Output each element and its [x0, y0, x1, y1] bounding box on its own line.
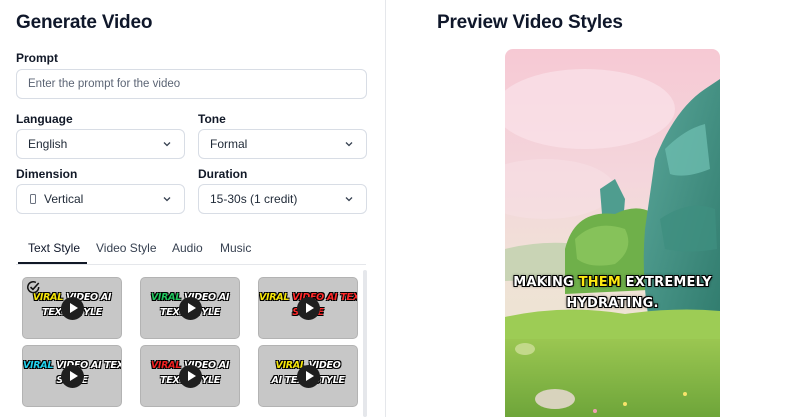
language-label: Language	[16, 112, 73, 126]
caption-line-2: HYDRATING.	[566, 296, 659, 311]
style-tabs: Text Style Video Style Audio Music	[16, 235, 366, 265]
tab-text-style[interactable]: Text Style	[28, 241, 80, 255]
prompt-placeholder: Enter the prompt for the video	[28, 78, 181, 90]
style-sample-word: VIRAL	[259, 292, 290, 303]
preview-video[interactable]: MAKING THEM EXTREMELY HYDRATING.	[505, 49, 720, 417]
dimension-select[interactable]: Vertical	[16, 184, 185, 214]
chevron-down-icon	[345, 142, 353, 147]
tab-audio[interactable]: Audio	[172, 241, 203, 255]
text-style-card[interactable]: VIRAL VIDEOAI TEXT STYLE	[258, 345, 358, 407]
text-style-card[interactable]: VIRAL VIDEO AI TEXTSTYLE	[22, 345, 122, 407]
text-style-card[interactable]: VIRAL VIDEO AI TEXTSTYLE	[258, 277, 358, 339]
selected-check-icon	[27, 281, 40, 294]
play-icon[interactable]	[179, 297, 202, 320]
style-sample-word: VIRAL	[150, 292, 181, 303]
app-root: Generate Video Prompt Enter the prompt f…	[0, 0, 800, 417]
style-sample-word: VIRAL	[23, 360, 54, 371]
play-icon[interactable]	[61, 365, 84, 388]
caption-text-b: EXTREMELY	[621, 275, 712, 290]
play-icon[interactable]	[179, 365, 202, 388]
generate-video-title: Generate Video	[16, 12, 153, 33]
prompt-input[interactable]: Enter the prompt for the video	[16, 69, 367, 99]
prompt-label: Prompt	[16, 51, 58, 65]
tab-video-style[interactable]: Video Style	[96, 241, 157, 255]
chevron-down-icon	[345, 197, 353, 202]
tone-label: Tone	[198, 112, 226, 126]
caption-text-a: MAKING	[513, 275, 579, 290]
text-style-card[interactable]: VIRAL VIDEO AI TEXT STYLE	[140, 277, 240, 339]
preview-title: Preview Video Styles	[437, 12, 623, 33]
play-icon[interactable]	[297, 365, 320, 388]
tone-select[interactable]: Formal	[198, 129, 367, 159]
dimension-label: Dimension	[16, 167, 78, 181]
style-sample-word: VIRAL	[150, 360, 181, 371]
chevron-down-icon	[163, 142, 171, 147]
preview-scene-image	[505, 49, 720, 417]
duration-label: Duration	[198, 167, 248, 181]
duration-select[interactable]: 15-30s (1 credit)	[198, 184, 367, 214]
language-select[interactable]: English	[16, 129, 185, 159]
caption-highlight-word: THEM	[578, 275, 622, 290]
text-style-card[interactable]: VIRAL VIDEO AI TEXT STYLE	[22, 277, 122, 339]
caption-line-1: MAKING THEM EXTREMELY	[505, 275, 720, 290]
styles-scrollbar[interactable]	[363, 270, 367, 417]
phone-icon	[30, 194, 36, 204]
play-icon[interactable]	[297, 297, 320, 320]
play-icon[interactable]	[61, 297, 84, 320]
chevron-down-icon	[163, 197, 171, 202]
language-value: English	[28, 137, 68, 151]
duration-value: 15-30s (1 credit)	[210, 192, 298, 206]
active-tab-indicator	[18, 262, 87, 264]
tab-music[interactable]: Music	[220, 241, 251, 255]
text-style-card[interactable]: VIRAL VIDEO AI TEXT STYLE	[140, 345, 240, 407]
tone-value: Formal	[210, 137, 248, 151]
dimension-value: Vertical	[44, 192, 84, 206]
